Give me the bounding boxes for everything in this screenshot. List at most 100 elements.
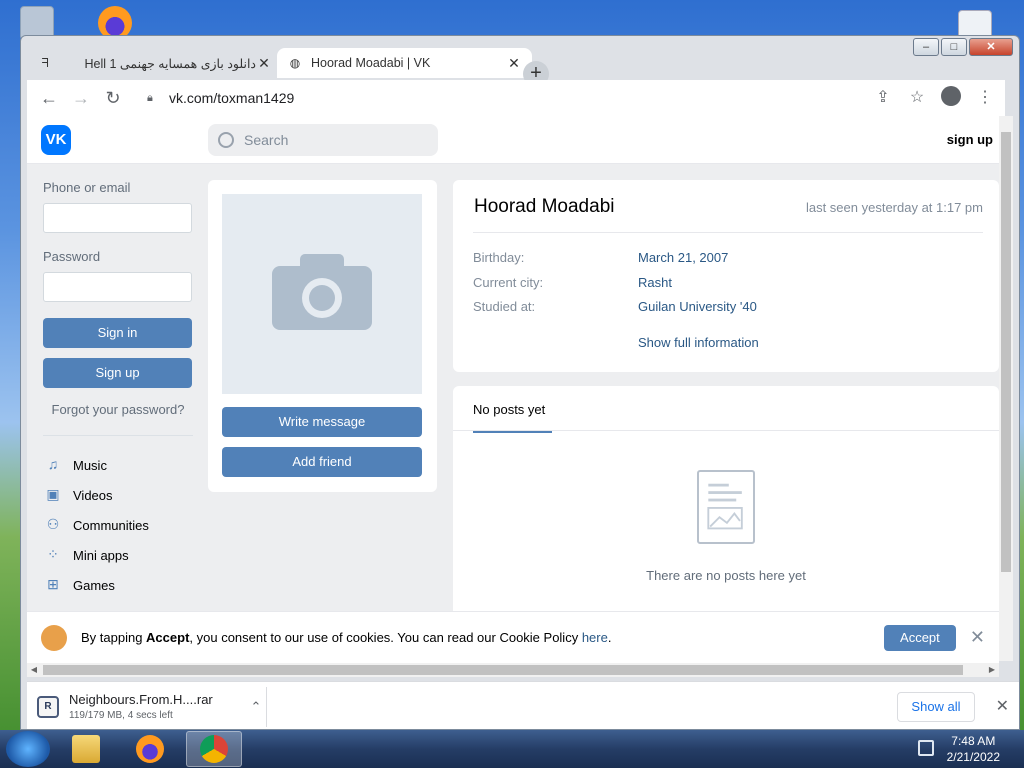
vk-page: VK sign up Phone or email Password Sign … [27, 116, 999, 661]
sidebar-item-music[interactable]: ♫ Music [43, 450, 193, 480]
profile-photo-placeholder [222, 194, 422, 394]
accept-cookies-button[interactable]: Accept [883, 624, 956, 651]
folder-icon [72, 735, 100, 763]
vk-header: VK sign up [27, 116, 999, 164]
download-status: 119/179 MB, 4 secs left [69, 710, 173, 721]
sidebar-item-videos[interactable]: ▣ Videos [43, 480, 193, 510]
url-text[interactable]: vk.com/toxman1429 [169, 90, 853, 106]
phone-email-field[interactable] [43, 203, 192, 233]
sidebar-item-communities[interactable]: ⚇ Communities [43, 510, 193, 540]
info-value[interactable]: March 21, 2007 [638, 250, 728, 265]
tab-title: Hoorad Moadabi | VK [311, 56, 431, 70]
show-full-info-link[interactable]: Show full information [638, 335, 759, 350]
network-icon[interactable] [918, 740, 934, 756]
address-bar[interactable]: 🔒︎ vk.com/toxman1429 [137, 84, 863, 112]
cookie-text: By tapping Accept, you consent to our us… [81, 630, 884, 645]
site-favicon-icon: ᖷ [41, 56, 49, 70]
info-key: Current city: [473, 275, 544, 290]
password-field[interactable] [43, 272, 192, 302]
close-icon[interactable]: ✕ [996, 696, 1009, 716]
search-input[interactable] [244, 132, 424, 148]
sidebar-item-label: Communities [73, 517, 149, 533]
info-value[interactable]: Rasht [638, 275, 672, 290]
info-value[interactable]: Guilan University '40 [638, 299, 757, 314]
close-icon[interactable]: ✕ [970, 627, 985, 648]
chrome-icon [200, 735, 228, 763]
sidebar-item-mini-apps[interactable]: ⁘ Mini apps [43, 540, 193, 570]
menu-kebab-icon[interactable]: ⋮ [973, 86, 997, 110]
globe-icon: ◍ [289, 56, 301, 70]
tab-close-icon[interactable]: ✕ [506, 55, 522, 72]
download-item[interactable]: R Neighbours.From.H....rar 119/179 MB, 4… [37, 686, 267, 727]
horizontal-scrollbar[interactable]: ◀ ▶ [27, 663, 999, 677]
share-icon[interactable]: ⇪ [871, 86, 895, 110]
info-key: Birthday: [473, 250, 525, 265]
profile-name: Hoorad Moadabi [474, 196, 615, 217]
show-all-button[interactable]: Show all [897, 692, 975, 722]
forward-icon[interactable]: → [67, 84, 95, 112]
sidebar-item-label: Mini apps [73, 547, 129, 563]
camera-icon [272, 254, 372, 330]
browser-toolbar: ← → ↻ 🔒︎ vk.com/toxman1429 ⇪ ☆ ⋮ [27, 80, 1005, 116]
scroll-right-icon[interactable]: ▶ [985, 663, 999, 677]
tab-close-icon[interactable]: ✕ [256, 55, 272, 72]
header-signup-link[interactable]: sign up [947, 132, 993, 147]
cookie-text-middle: , you consent to our use of cookies. You… [189, 630, 582, 645]
sidebar-item-label: Games [73, 577, 115, 593]
communities-icon: ⚇ [46, 516, 60, 532]
sign-up-button[interactable]: Sign up [43, 358, 192, 388]
sidebar-menu: ♫ Music ▣ Videos ⚇ Communities ⁘ Mini apps ⊞… [43, 450, 193, 600]
downloads-bar: R Neighbours.From.H....rar 119/179 MB, 4… [27, 681, 1019, 729]
bookmark-star-icon[interactable]: ☆ [905, 86, 929, 110]
taskbar-chrome[interactable] [186, 731, 242, 767]
clock-time: 7:48 AM [951, 734, 996, 748]
info-key: Studied at: [473, 299, 536, 314]
vk-search-box[interactable] [208, 124, 438, 156]
tab-title: دانلود بازی همسایه جهنمی Hell 1 [84, 56, 256, 71]
taskbar: 7:48 AM 2/21/2022 [0, 730, 1024, 768]
profile-info-card: Hoorad Moadabi last seen yesterday at 1:… [453, 180, 999, 372]
scroll-thumb[interactable] [43, 665, 963, 675]
system-clock[interactable]: 7:48 AM 2/21/2022 [947, 733, 1000, 765]
vk-logo[interactable]: VK [41, 125, 71, 155]
empty-document-icon [697, 470, 755, 544]
chevron-up-icon[interactable]: ⌃ [246, 699, 266, 715]
write-message-button[interactable]: Write message [222, 407, 422, 437]
divider [453, 430, 999, 431]
search-icon [218, 132, 234, 148]
scroll-thumb[interactable] [1001, 132, 1011, 572]
profile-avatar-icon[interactable] [939, 86, 963, 110]
forgot-password-link[interactable]: Forgot your password? [43, 402, 193, 436]
taskbar-firefox[interactable] [122, 731, 178, 767]
clock-date: 2/21/2022 [946, 750, 1000, 764]
login-sidebar: Phone or email Password Sign in Sign up … [43, 180, 193, 600]
cookie-policy-link[interactable]: here [582, 630, 608, 645]
scroll-left-icon[interactable]: ◀ [27, 663, 41, 677]
sign-in-button[interactable]: Sign in [43, 318, 192, 348]
winrar-file-icon: R [37, 695, 59, 718]
password-label: Password [43, 249, 101, 264]
download-file-name: Neighbours.From.H....rar [69, 692, 213, 707]
mini-apps-icon: ⁘ [47, 546, 59, 562]
firefox-icon [136, 735, 164, 763]
vertical-scrollbar[interactable] [999, 116, 1013, 661]
profile-photo-card: Write message Add friend [208, 180, 437, 492]
back-icon[interactable]: ← [35, 84, 63, 112]
tab-strip: ᖷ دانلود بازی همسایه جهنمی Hell 1 ✕ ◍ Ho… [21, 46, 1019, 87]
lock-icon[interactable]: 🔒︎ [147, 92, 159, 104]
divider [473, 232, 983, 233]
tab-vk-profile[interactable]: ◍ Hoorad Moadabi | VK ✕ [277, 48, 532, 78]
cookie-text-suffix: . [607, 630, 612, 645]
reload-icon[interactable]: ↻ [99, 84, 127, 112]
sidebar-item-games[interactable]: ⊞ Games [43, 570, 193, 600]
cookie-text-prefix: By tapping [81, 630, 147, 645]
cookie-banner: By tapping Accept, you consent to our us… [27, 611, 999, 663]
add-friend-button[interactable]: Add friend [222, 447, 422, 477]
no-posts-text: There are no posts here yet [646, 568, 806, 583]
tab-no-posts[interactable]: No posts yet [473, 402, 552, 433]
start-button[interactable] [6, 731, 50, 767]
tab-neighbours-download[interactable]: ᖷ دانلود بازی همسایه جهنمی Hell 1 ✕ [27, 48, 282, 78]
taskbar-explorer[interactable] [58, 731, 114, 767]
last-seen-text: last seen yesterday at 1:17 pm [805, 200, 983, 215]
cookie-text-bold: Accept [146, 630, 190, 645]
